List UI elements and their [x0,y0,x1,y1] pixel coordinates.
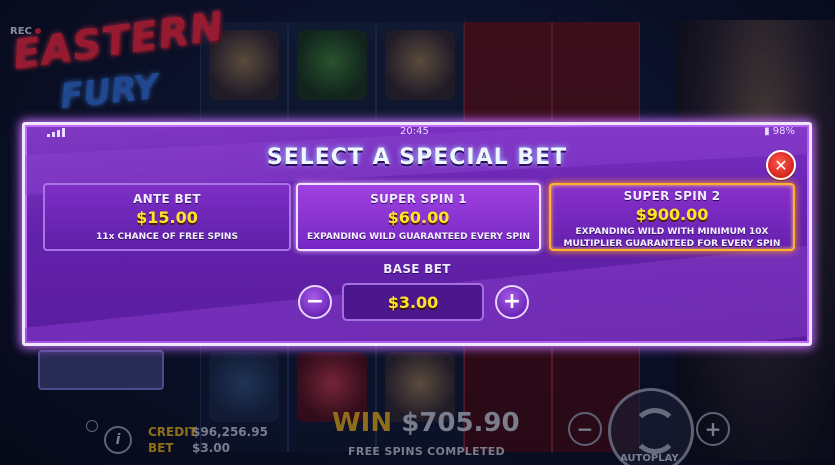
option-description: 11x CHANCE OF FREE SPINS [96,232,238,242]
option-description-line: MULTIPLIER GUARANTEED FOR EVERY SPIN [563,239,781,249]
close-icon: ✕ [774,155,788,175]
signal-icon [47,128,65,137]
battery-icon: ▮ [764,126,773,137]
minus-icon: − [305,289,325,314]
plus-icon: + [502,289,522,314]
option-price: $60.00 [387,208,450,227]
base-bet-increase-button[interactable]: + [495,285,529,319]
base-bet-decrease-button[interactable]: − [298,285,332,319]
ante-bet-option[interactable]: ANTE BET $15.00 11x CHANCE OF FREE SPINS [43,183,291,251]
option-name: SUPER SPIN 2 [623,189,721,203]
base-bet-label: BASE BET [383,262,451,276]
super-spin-1-option[interactable]: SUPER SPIN 1 $60.00 EXPANDING WILD GUARA… [296,183,541,251]
option-price: $15.00 [136,208,198,227]
battery-level: ▮ 98% [764,126,795,137]
status-bar: 20:45 ▮ 98% [25,125,809,139]
option-description: EXPANDING WILD WITH MINIMUM 10X MULTIPLI… [551,226,793,250]
clock: 20:45 [400,126,429,137]
option-price: $900.00 [635,205,709,224]
base-bet-value: $3.00 [342,283,484,321]
option-description: EXPANDING WILD GUARANTEED EVERY SPIN [306,232,530,242]
option-name: ANTE BET [133,192,201,206]
special-bet-modal: 20:45 ▮ 98% SELECT A SPECIAL BET ✕ ANTE … [22,122,812,346]
option-description-line: EXPANDING WILD WITH MINIMUM 10X [575,227,769,237]
option-name: SUPER SPIN 1 [370,192,467,206]
super-spin-2-option[interactable]: SUPER SPIN 2 $900.00 EXPANDING WILD WITH… [549,183,795,251]
modal-title: SELECT A SPECIAL BET [266,145,568,170]
close-button[interactable]: ✕ [766,150,796,180]
